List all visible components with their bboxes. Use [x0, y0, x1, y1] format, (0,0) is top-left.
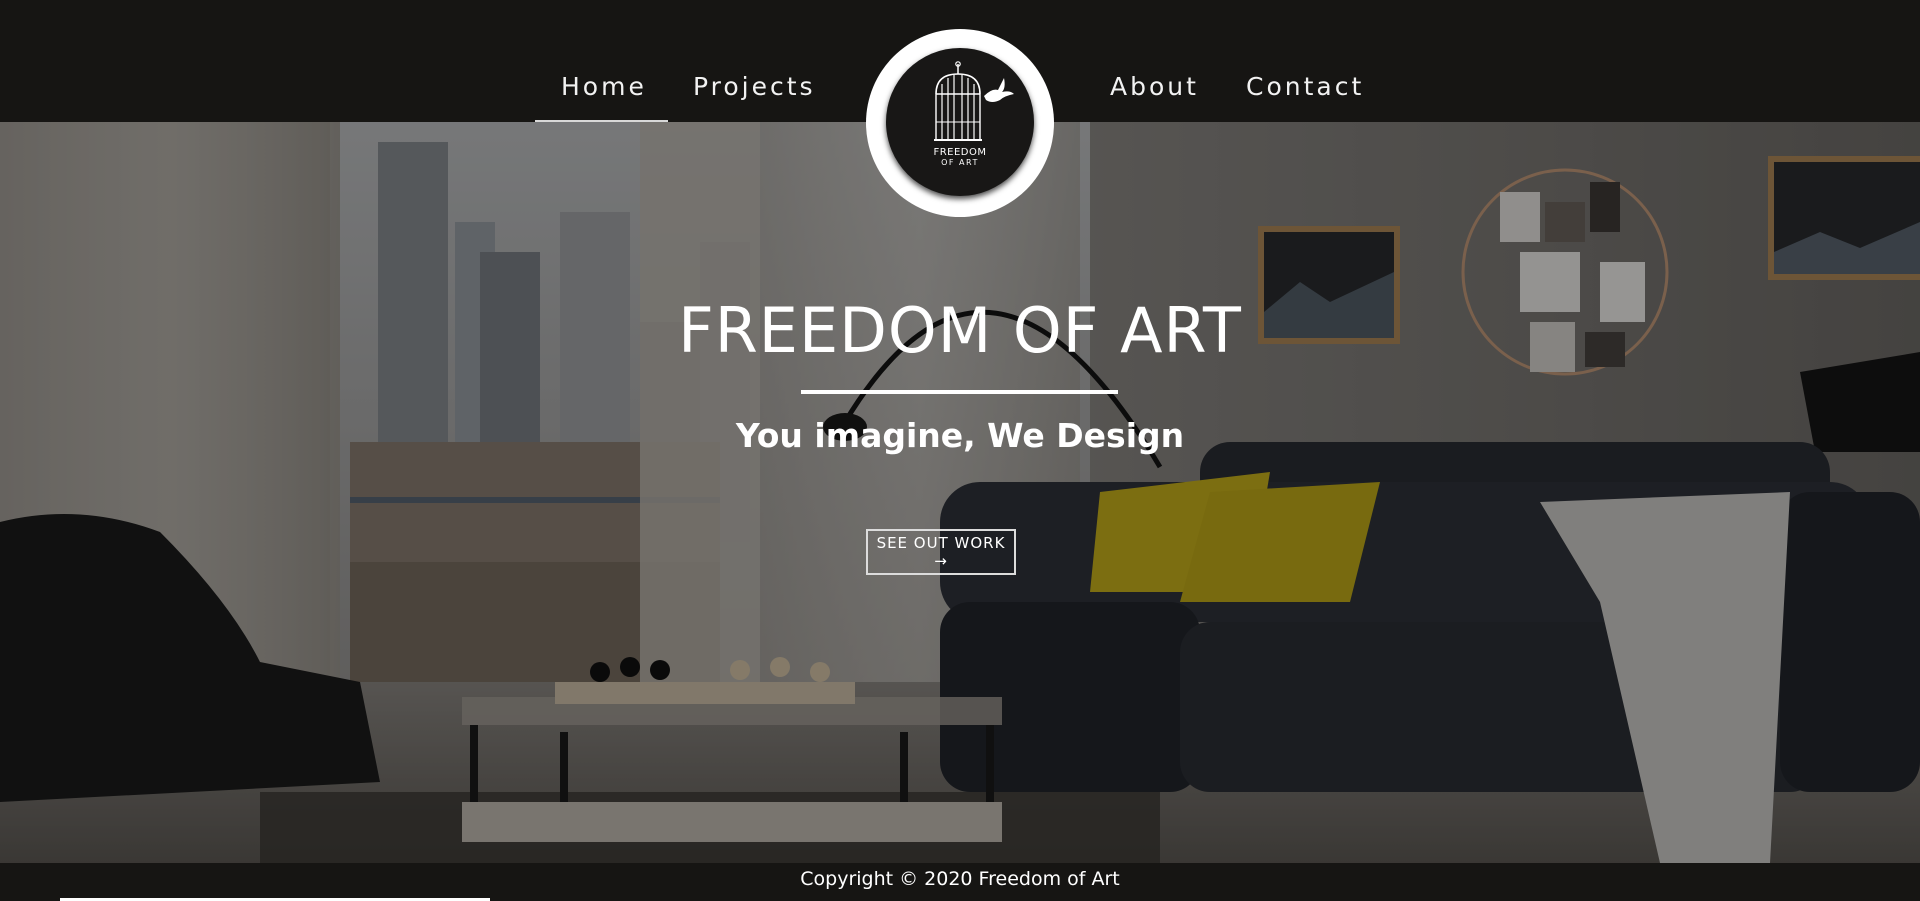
hero-dark-overlay	[0, 122, 1920, 863]
birdcage-icon	[934, 61, 1014, 141]
nav-home-link[interactable]: Home	[561, 74, 647, 99]
hero-section: FREEDOM OF ART You imagine, We Design SE…	[0, 122, 1920, 863]
see-our-work-button[interactable]: SEE OUT WORK →	[866, 529, 1016, 575]
logo-text-primary: FREEDOM	[933, 147, 987, 158]
hero-subtitle: You imagine, We Design	[735, 416, 1185, 455]
page: Home Projects About Contact FREEDOM OF A…	[0, 0, 1920, 901]
hero-title: FREEDOM OF ART	[678, 294, 1242, 367]
nav-active-underline	[535, 120, 668, 122]
site-footer: Copyright © 2020 Freedom of Art	[0, 863, 1920, 901]
copyright-text: Copyright © 2020 Freedom of Art	[800, 868, 1120, 890]
nav-about-link[interactable]: About	[1110, 74, 1199, 99]
nav-projects-link[interactable]: Projects	[693, 74, 816, 99]
nav-contact-link[interactable]: Contact	[1246, 74, 1364, 99]
logo-text-secondary: OF ART	[941, 158, 979, 167]
hero-divider	[801, 390, 1118, 394]
